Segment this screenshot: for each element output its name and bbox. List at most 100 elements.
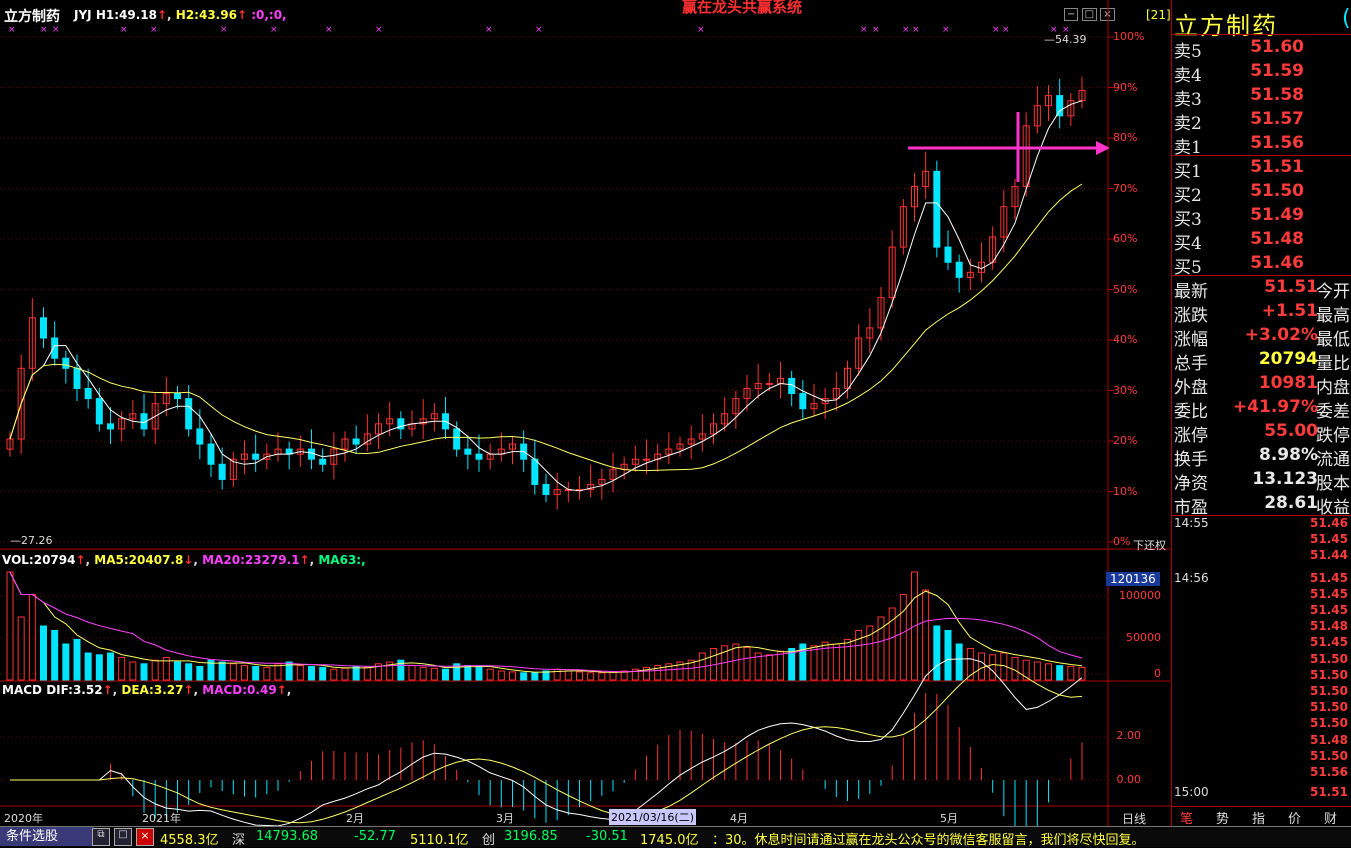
close-bar-icon[interactable]: × [136,828,154,846]
info-value: +1.51 [1261,301,1318,321]
signal-marker: × [942,25,950,35]
candle-down [252,453,260,460]
candle-down [308,448,315,460]
buy-row[interactable]: 买4 51.48 [1172,228,1351,254]
volume-bar-up [17,616,25,681]
volume-bar-up [899,594,907,681]
buy-row[interactable]: 买1 51.51 [1172,156,1351,182]
timeline-period-label[interactable]: 日线 [1122,810,1146,827]
info-label-secondary: 流通 [1316,450,1350,470]
sell-label: 卖5 [1174,42,1202,62]
quote-tab[interactable]: 价 [1288,808,1301,827]
window-icon[interactable]: □ [114,828,132,846]
volume-bar-down [51,630,59,681]
tick-row: 51.48 [1172,733,1351,749]
tick-row: 51.50 [1172,652,1351,668]
tick-time: 14:56 [1174,570,1209,585]
macd-dif: DIF:3.52 [46,683,103,697]
info-label: 外盘 [1174,378,1208,398]
volume-bar-down [944,630,952,681]
info-value: 13.123 [1252,469,1318,489]
sell-label: 卖2 [1174,114,1202,134]
volume-bar-down [174,661,181,681]
volume-bar-up [1011,657,1019,681]
candle-down [84,388,92,400]
tick-row: 51.50 [1172,700,1351,716]
info-label: 换手 [1174,450,1208,470]
signal-marker: × [535,25,543,35]
quote-tab[interactable]: 指 [1252,808,1265,827]
candle-up [765,382,773,385]
volume-bar-down [1056,665,1064,681]
buy-price: 51.48 [1250,229,1304,249]
volume-bar-down [62,643,70,681]
pct-axis-label: 30% [1113,383,1138,397]
info-value: 28.61 [1264,493,1318,513]
tick-row: 15:00 51.51 [1172,785,1351,801]
volume-bar-down [73,639,81,681]
candle-down [196,428,204,445]
candle-down [73,367,81,389]
signal-marker: × [8,25,16,35]
volume-bar-up [978,652,985,681]
info-label-secondary: 股本 [1316,474,1350,494]
candle-down [531,458,539,485]
signal-marker: × [485,25,493,35]
chart-area[interactable]: 立方制药 JYJ H1:49.18↑, H2:43.96↑ :0,:0, 赢在龙… [0,0,1171,846]
volume-bar-up [129,661,137,681]
buy-price: 51.50 [1250,181,1304,201]
vol-value: VOL:20794 [2,553,76,567]
candle-down [799,393,807,410]
quote-tabs: 笔势指价财 [1172,808,1351,827]
sell-row[interactable]: 卖4 51.59 [1172,60,1351,86]
volume-bar-up [330,668,338,681]
tick-row: 14:56 51.45 [1172,571,1351,587]
notice-marquee: ：30。休息时间请通过赢在龙头公众号的微信客服留言，我们将尽快回复。 [712,833,1145,848]
volume-bar-up [743,647,751,681]
buy-label: 买1 [1174,162,1202,182]
quote-scroll-icon[interactable]: ( [1342,6,1351,31]
info-row: 涨幅 +3.02% 最低 [1172,324,1351,350]
filter-button[interactable]: 条件选股 [0,827,94,846]
sell-row[interactable]: 卖2 51.57 [1172,108,1351,134]
tick-list[interactable]: 14:55 51.46 51.45 51.44 14:56 51.45 51.45 51.45… [1172,516,1351,806]
candle-down [1056,95,1064,117]
quote-tab[interactable]: 财 [1324,808,1337,827]
volume-bar-down [140,663,148,681]
volume-bar-up [777,650,784,681]
buy-row[interactable]: 买3 51.49 [1172,204,1351,230]
sell-row[interactable]: 卖1 51.56 [1172,132,1351,158]
adjust-label[interactable]: 下还权 [1133,537,1166,553]
sell-price: 51.57 [1250,109,1304,129]
buy-row[interactable]: 买2 51.50 [1172,180,1351,206]
signal-marker: × [150,25,158,35]
restore-icon[interactable]: ⧉ [92,828,110,846]
sell-row[interactable]: 卖3 51.58 [1172,84,1351,110]
tick-row: 51.45 [1172,587,1351,603]
sell-price: 51.60 [1250,37,1304,57]
candle-down [62,357,70,369]
pct-axis-label: 40% [1113,333,1138,346]
tick-price: 51.50 [1310,684,1348,698]
kline-svg[interactable]: × × × × × × × × × × × × × × × × × × × × × [0,0,1170,826]
quote-tab[interactable]: 笔 [1180,808,1193,827]
volume-bar-up [509,671,516,681]
volume-bar-down [531,672,539,681]
tick-price: 51.51 [1310,785,1348,800]
volume-bar-up [1033,661,1041,681]
tick-price: 51.50 [1310,700,1348,715]
vol-axis-0: 0 [1154,667,1161,680]
macd-value: MACD:0.49 [202,683,277,697]
info-row: 市盈 28.61 收益 [1172,492,1351,518]
sell-row[interactable]: 卖5 51.60 [1172,36,1351,62]
buy-label: 买2 [1174,186,1202,206]
buy-row[interactable]: 买5 51.46 [1172,252,1351,278]
buy-price: 51.46 [1250,253,1304,273]
quote-tab[interactable]: 势 [1216,808,1229,827]
tick-row: 51.48 [1172,619,1351,635]
signal-marker: × [325,25,333,35]
cy-amount: 1745.0亿 [640,833,699,848]
pct-axis-label: 0% [1113,535,1131,548]
ma20-line [9,183,1083,472]
sell-price: 51.56 [1250,133,1304,153]
